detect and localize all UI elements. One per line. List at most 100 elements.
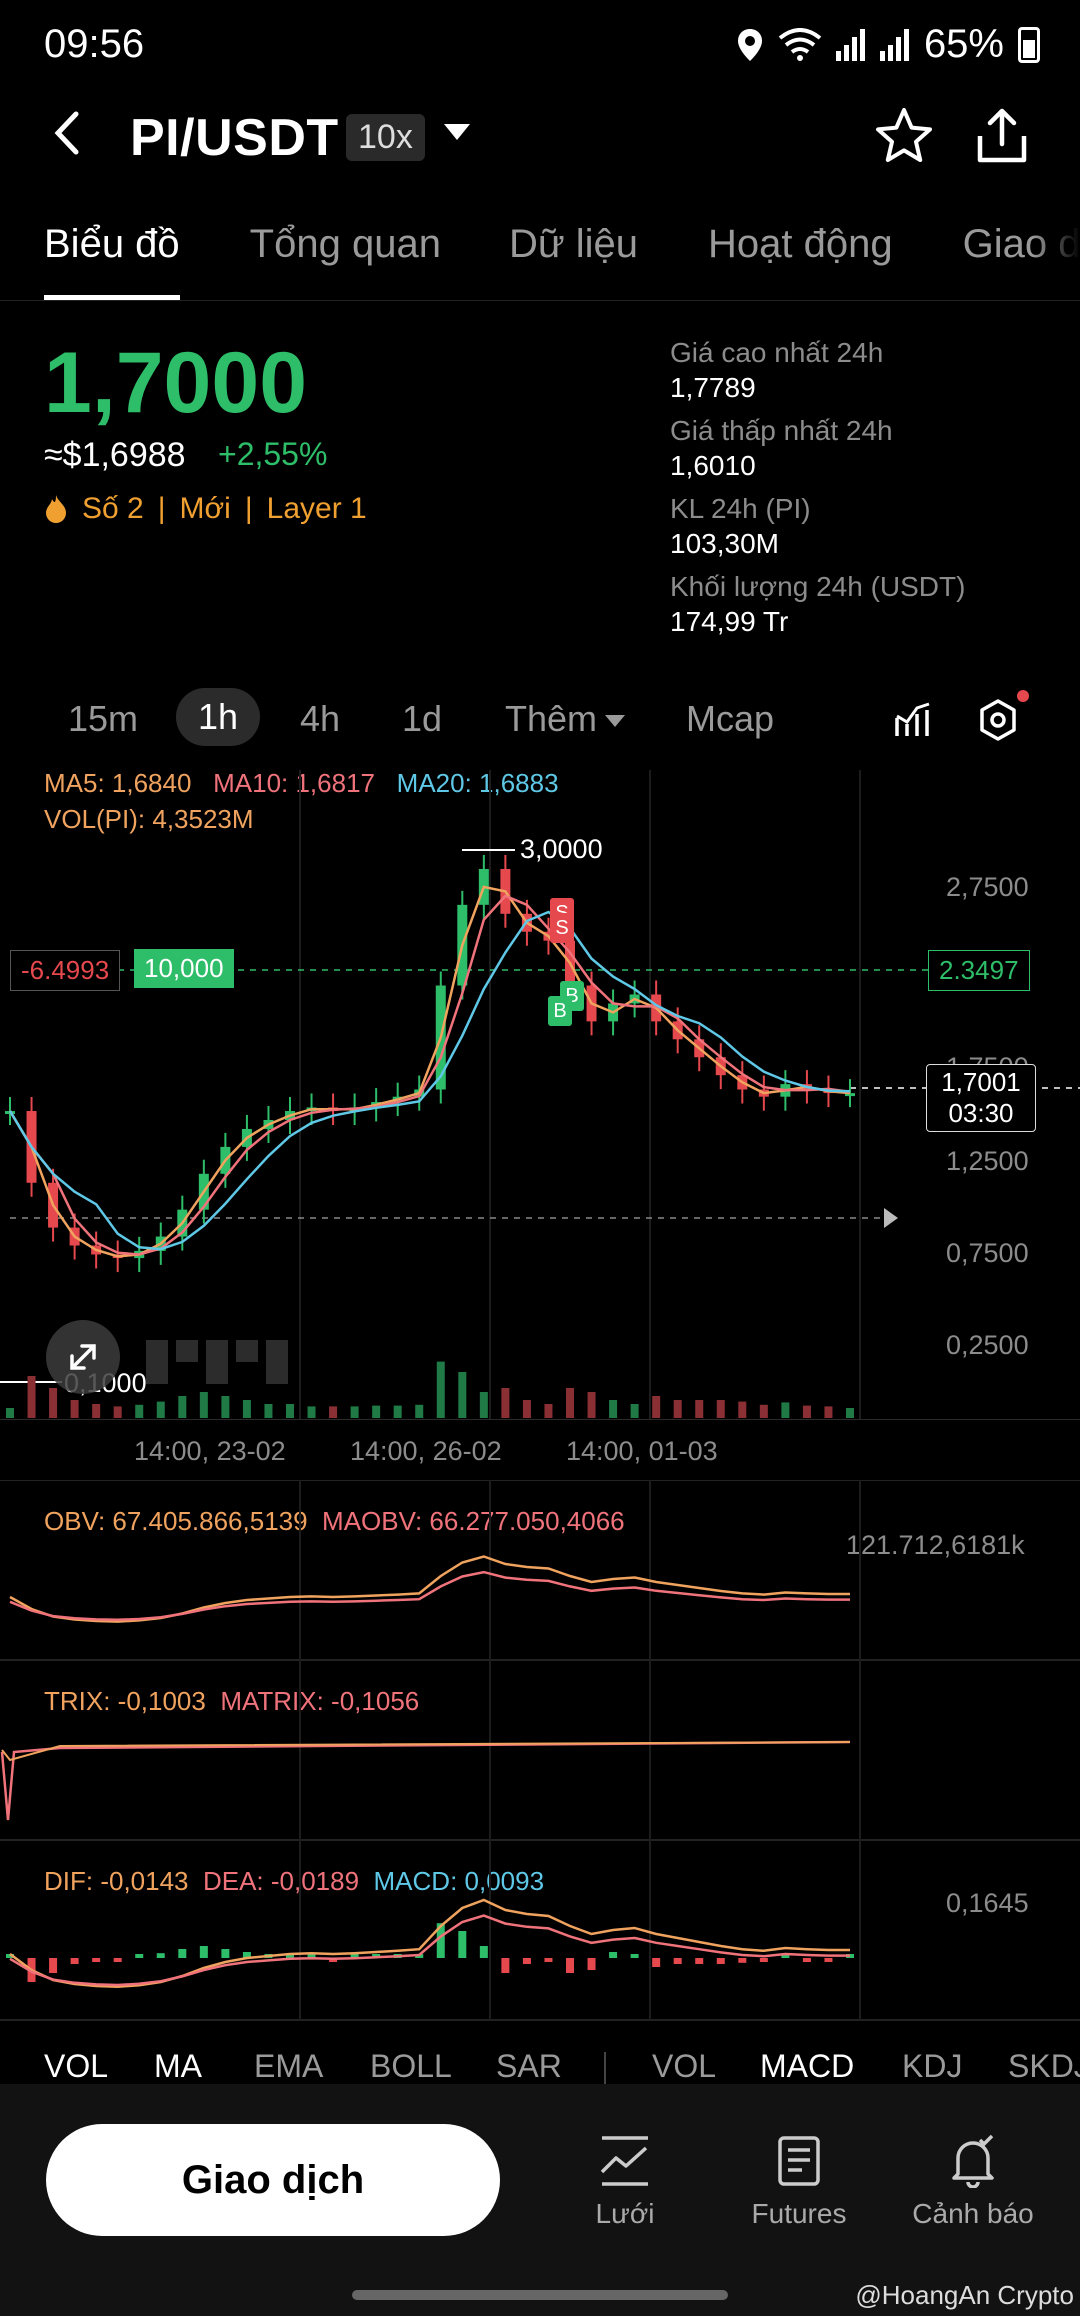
- volume-bar: [824, 1406, 833, 1418]
- tag-separator: |: [157, 492, 166, 525]
- stat-vol-value: 103,30M: [670, 528, 779, 559]
- logo-block: [146, 1362, 168, 1384]
- volume-bar: [673, 1400, 682, 1418]
- volume-bar: [479, 1392, 488, 1418]
- macd-histogram-bar: [716, 1958, 725, 1964]
- timeframe-mcap[interactable]: Mcap: [686, 698, 774, 740]
- timeframe-more-label: Thêm: [505, 698, 598, 739]
- tag-rank[interactable]: Số 2: [82, 492, 144, 526]
- buy-marker[interactable]: B: [548, 996, 572, 1026]
- volume-bar: [372, 1405, 381, 1418]
- position-pnl[interactable]: -6.4993: [10, 950, 121, 991]
- timeframe-4h[interactable]: 4h: [300, 698, 340, 740]
- settings-icon[interactable]: [976, 698, 1020, 742]
- star-icon[interactable]: [874, 106, 934, 177]
- timeframe-row: 15m 1h 4h 1d Thêm Mcap: [0, 686, 1080, 758]
- ind-sub-vol[interactable]: VOL: [652, 2048, 716, 2085]
- trix-line: [0, 1740, 851, 1821]
- pair-title[interactable]: PI/USDT: [130, 108, 339, 168]
- battery-icon: [1018, 26, 1040, 63]
- volume-bar: [846, 1408, 854, 1418]
- nav-grid[interactable]: Lưới: [550, 2134, 700, 2230]
- macd-histogram-bar: [695, 1958, 704, 1964]
- tag-separator: |: [244, 492, 253, 525]
- status-icons: 65%: [736, 22, 1040, 67]
- chevron-down-icon[interactable]: [444, 124, 470, 140]
- matrix-line: [1, 1741, 851, 1762]
- volume-bar: [307, 1406, 316, 1418]
- macd-histogram-bar: [113, 1958, 122, 1962]
- volume-bar: [350, 1406, 359, 1418]
- location-icon: [737, 28, 762, 61]
- nav-futures[interactable]: Futures: [724, 2134, 874, 2230]
- volume-bar: [458, 1372, 467, 1418]
- volume-bar: [587, 1392, 596, 1418]
- macd-histogram-bar: [49, 1958, 58, 1973]
- fullscreen-icon[interactable]: [46, 1320, 120, 1394]
- logo-block: [206, 1340, 228, 1362]
- volume-bar: [566, 1388, 574, 1418]
- timeframe-1d[interactable]: 1d: [402, 698, 442, 740]
- sell-marker[interactable]: S: [550, 913, 574, 943]
- tag-new[interactable]: Mới: [180, 492, 231, 526]
- macd-histogram-bar: [156, 1953, 165, 1958]
- ind-main-boll[interactable]: BOLL: [370, 2048, 452, 2085]
- timeframe-1h[interactable]: 1h: [176, 688, 261, 746]
- volume-bar: [501, 1388, 510, 1418]
- trade-button[interactable]: Giao dịch: [46, 2124, 500, 2236]
- volume-bar: [738, 1401, 747, 1418]
- volume-bar: [113, 1406, 122, 1418]
- tag-layer[interactable]: Layer 1: [267, 492, 367, 526]
- indicator-icon[interactable]: [894, 700, 934, 740]
- stats-panel: Giá cao nhất 24h 1,7789 Giá thấp nhất 24…: [670, 336, 965, 648]
- volume-bar: [759, 1404, 768, 1418]
- logo-block: [176, 1340, 198, 1362]
- sub-indicator-charts[interactable]: [0, 1480, 1080, 2040]
- timeframe-more[interactable]: Thêm: [505, 698, 626, 740]
- y-axis-label: 0,7500: [946, 1238, 1029, 1268]
- obv-line: [9, 1555, 850, 1623]
- volume-bar: [436, 1361, 445, 1418]
- ind-main-ema[interactable]: EMA: [254, 2048, 323, 2085]
- logo-block: [266, 1340, 288, 1362]
- volume-bar: [652, 1396, 661, 1418]
- ind-sub-skdj[interactable]: SKDJ: [1008, 2048, 1080, 2085]
- tab-data[interactable]: Dữ liệu: [509, 222, 638, 300]
- main-tabs: Biểu đồ Tổng quan Dữ liệu Hoạt động Giao…: [0, 222, 1080, 300]
- timeframe-15m[interactable]: 15m: [68, 698, 138, 740]
- ind-main-ma[interactable]: MA: [154, 2048, 202, 2085]
- stat-low-label: Giá thấp nhất 24h: [670, 415, 893, 446]
- ind-sub-kdj[interactable]: KDJ: [902, 2048, 962, 2085]
- logo-block: [266, 1362, 288, 1384]
- price-change: +2,55%: [218, 436, 328, 472]
- high-label: 3,0000: [520, 834, 603, 864]
- stat-low-value: 1,6010: [670, 450, 756, 481]
- macd-histogram-bar: [479, 1946, 488, 1958]
- macd-histogram-bar: [522, 1958, 531, 1964]
- macd-histogram-bar: [587, 1958, 596, 1970]
- macd-histogram-bar: [759, 1958, 768, 1962]
- current-price: 1,7001: [941, 1067, 1021, 1097]
- y-axis-label: 2,7500: [946, 872, 1029, 902]
- ind-sub-macd[interactable]: MACD: [760, 2048, 854, 2085]
- position-price: 2.3497: [928, 950, 1030, 991]
- ind-main-sar[interactable]: SAR: [496, 2048, 562, 2085]
- logo-block: [146, 1340, 168, 1362]
- position-size[interactable]: 10,000: [134, 949, 234, 988]
- back-icon[interactable]: [52, 108, 82, 169]
- nav-alerts[interactable]: Cảnh báo: [898, 2134, 1048, 2230]
- nav-alerts-label: Cảnh báo: [912, 2198, 1034, 2229]
- share-icon[interactable]: [972, 106, 1032, 166]
- tab-chart[interactable]: Biểu đồ: [44, 222, 180, 300]
- volume-bar: [393, 1405, 402, 1418]
- last-price: 1,7000: [44, 335, 308, 431]
- volume-bar: [70, 1400, 79, 1418]
- macd-histogram-bar: [738, 1958, 747, 1963]
- logo-block: [206, 1362, 228, 1384]
- tab-trade[interactable]: Giao d: [963, 222, 1080, 300]
- macd-histogram-bar: [199, 1946, 208, 1958]
- tab-activity[interactable]: Hoạt động: [708, 222, 893, 300]
- tab-overview[interactable]: Tổng quan: [250, 222, 441, 300]
- ind-main-vol[interactable]: VOL: [44, 2048, 108, 2085]
- macd-histogram-bar: [92, 1958, 101, 1962]
